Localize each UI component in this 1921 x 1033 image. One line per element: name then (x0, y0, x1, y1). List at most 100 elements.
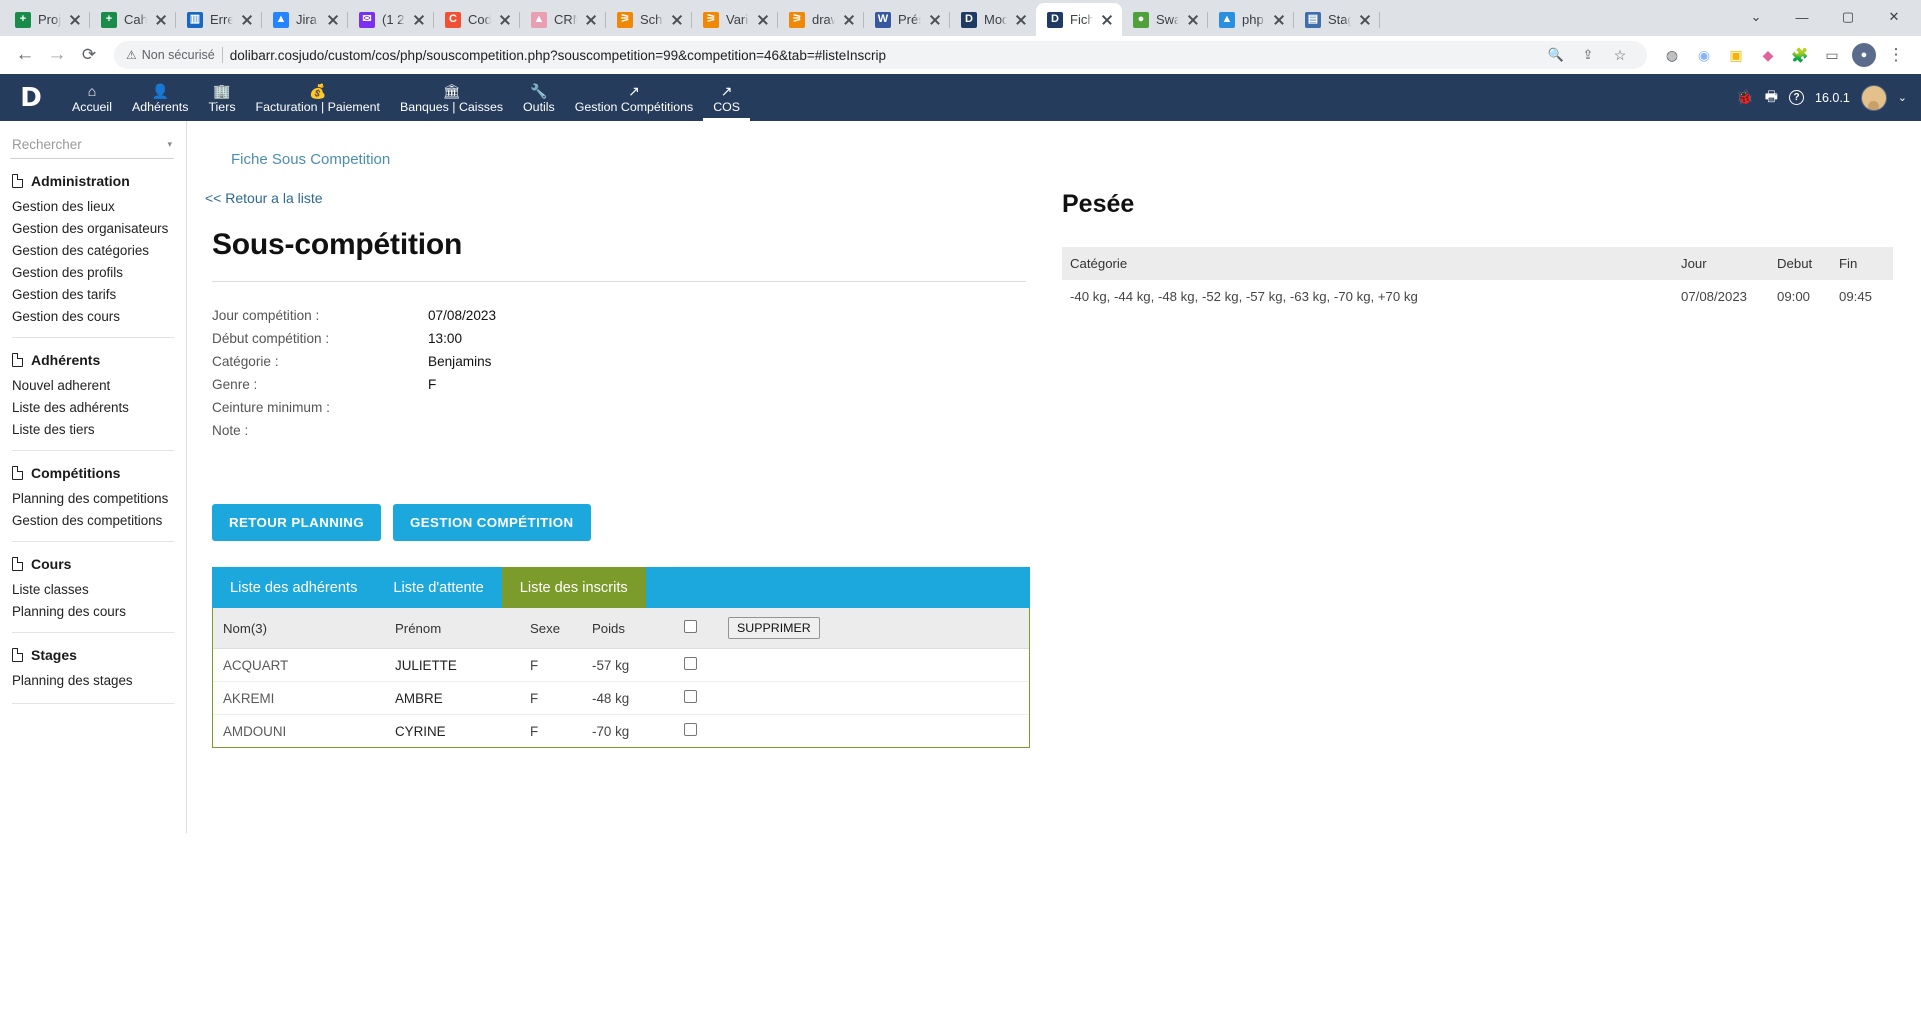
dolibarr-logo[interactable]: D (0, 74, 62, 121)
tab-liste-d-attente[interactable]: Liste d'attente (375, 567, 501, 608)
forward-button[interactable]: → (42, 40, 72, 70)
user-menu-chevron-down-icon[interactable]: ⌄ (1898, 91, 1907, 104)
cell-select[interactable] (674, 648, 718, 682)
close-icon[interactable] (1100, 13, 1114, 27)
close-icon[interactable] (326, 13, 340, 27)
sidebar-item-gestion-des-organisateurs[interactable]: Gestion des organisateurs (0, 217, 186, 239)
back-to-list-link[interactable]: << Retour a la liste (196, 168, 1042, 206)
table-row[interactable]: ACQUART JULIETTE F -57 kg (213, 648, 1029, 682)
header-poids[interactable]: Poids (582, 608, 674, 649)
browser-tab[interactable]: ● Swagge (1122, 3, 1208, 36)
close-icon[interactable] (756, 13, 770, 27)
table-row[interactable]: AKREMI AMBRE F -48 kg (213, 681, 1029, 715)
sidebar-item-liste-classes[interactable]: Liste classes (0, 578, 186, 600)
extension-icon-3[interactable]: ▣ (1721, 40, 1751, 70)
sidebar-item-gestion-des-profils[interactable]: Gestion des profils (0, 261, 186, 283)
browser-tab[interactable]: D Fiche S (1036, 3, 1122, 36)
sidebar-item-planning-des-stages[interactable]: Planning des stages (0, 669, 186, 691)
row-checkbox[interactable] (684, 690, 697, 703)
close-window-button[interactable]: ✕ (1871, 0, 1917, 34)
profile-avatar[interactable]: ● (1849, 40, 1879, 70)
browser-tab[interactable]: ⚞ draw.io (778, 3, 864, 36)
sidebar-item-liste-des-adh-rents[interactable]: Liste des adhérents (0, 396, 186, 418)
sidebar-item-gestion-des-cat-gories[interactable]: Gestion des catégories (0, 239, 186, 261)
row-checkbox[interactable] (684, 723, 697, 736)
header-nom[interactable]: Nom(3) (213, 608, 385, 649)
sidebar-item-planning-des-competitions[interactable]: Planning des competitions (0, 487, 186, 509)
close-icon[interactable] (154, 13, 168, 27)
minimize-button[interactable]: — (1779, 0, 1825, 34)
search-icon[interactable]: 🔍 (1541, 44, 1571, 66)
nav-item-banques-caisses[interactable]: 🏛 Banques | Caisses (390, 74, 513, 121)
browser-tab[interactable]: + Project (4, 3, 90, 36)
extension-icon-4[interactable]: ◆ (1753, 40, 1783, 70)
browser-tab[interactable]: ✉ (1 280 n (348, 3, 434, 36)
nav-item-cos[interactable]: ↗ COS (703, 74, 750, 121)
tab-liste-des-adh-rents[interactable]: Liste des adhérents (212, 567, 375, 608)
cell-select[interactable] (674, 714, 718, 747)
nav-item-adh-rents[interactable]: 👤 Adhérents (122, 74, 198, 121)
tab-liste-des-inscrits[interactable]: Liste des inscrits (501, 567, 646, 608)
browser-tab[interactable]: ▥ Erreur| (176, 3, 262, 36)
close-icon[interactable] (240, 13, 254, 27)
nav-item-facturation-paiement[interactable]: 💰 Facturation | Paiement (246, 74, 390, 121)
user-avatar[interactable] (1860, 84, 1887, 111)
share-icon[interactable]: ⇪ (1573, 44, 1603, 66)
header-prenom[interactable]: Prénom (385, 608, 520, 649)
address-bar[interactable]: ⚠ Non sécurisé dolibarr.cosjudo/custom/c… (114, 41, 1647, 69)
reload-button[interactable]: ⟳ (74, 40, 104, 70)
browser-tab[interactable]: C Coda | (434, 3, 520, 36)
supprimer-button[interactable]: SUPPRIMER (728, 617, 820, 639)
sidebar-item-gestion-des-cours[interactable]: Gestion des cours (0, 305, 186, 327)
extensions-puzzle-icon[interactable]: 🧩 (1785, 40, 1815, 70)
sidebar-item-liste-des-tiers[interactable]: Liste des tiers (0, 418, 186, 440)
close-icon[interactable] (1272, 13, 1286, 27)
gestion-competition-button[interactable]: GESTION COMPÉTITION (393, 504, 591, 541)
retour-planning-button[interactable]: RETOUR PLANNING (212, 504, 382, 541)
browser-tab[interactable]: ⚞ Schéma (606, 3, 692, 36)
browser-tab[interactable]: + Cahier (90, 3, 176, 36)
header-select-all[interactable] (674, 608, 718, 649)
chevron-down-icon[interactable]: ▾ (167, 139, 172, 150)
close-icon[interactable] (842, 13, 856, 27)
extension-icon-1[interactable]: ◍ (1657, 40, 1687, 70)
sidebar-item-gestion-des-lieux[interactable]: Gestion des lieux (0, 195, 186, 217)
browser-tab[interactable]: D Module (950, 3, 1036, 36)
sidepanel-icon[interactable]: ▭ (1817, 40, 1847, 70)
security-status[interactable]: ⚠ Non sécurisé (126, 48, 215, 62)
back-button[interactable]: ← (10, 40, 40, 70)
browser-tab[interactable]: W Présent (864, 3, 950, 36)
browser-tab[interactable]: ▲ php - G (1208, 3, 1294, 36)
row-checkbox[interactable] (684, 657, 697, 670)
bug-icon[interactable]: 🐞 (1736, 89, 1753, 106)
print-icon[interactable]: 🖶 (1765, 86, 1778, 110)
cell-select[interactable] (674, 681, 718, 715)
sidebar-search[interactable]: Rechercher ▾ (0, 133, 186, 159)
browser-tab[interactable]: ▲ CRM C (520, 3, 606, 36)
select-all-checkbox[interactable] (684, 620, 697, 633)
close-icon[interactable] (412, 13, 426, 27)
nav-item-gestion-comp-titions[interactable]: ↗ Gestion Compétitions (565, 74, 703, 121)
close-icon[interactable] (68, 13, 82, 27)
browser-tab[interactable]: ▤ Stages (1294, 3, 1380, 36)
bookmark-star-icon[interactable]: ☆ (1605, 44, 1635, 66)
close-icon[interactable] (1014, 13, 1028, 27)
nav-item-outils[interactable]: 🔧 Outils (513, 74, 565, 121)
nav-item-tiers[interactable]: 🏢 Tiers (198, 74, 245, 121)
tab-search-button[interactable]: ⌄ (1733, 0, 1779, 34)
help-icon[interactable]: ? (1789, 90, 1805, 105)
browser-tab[interactable]: ▲ Jira | Lo (262, 3, 348, 36)
sidebar-item-gestion-des-tarifs[interactable]: Gestion des tarifs (0, 283, 186, 305)
maximize-button[interactable]: ▢ (1825, 0, 1871, 34)
browser-menu-icon[interactable]: ⋮ (1881, 40, 1911, 70)
sidebar-item-gestion-des-competitions[interactable]: Gestion des competitions (0, 509, 186, 531)
close-icon[interactable] (1358, 13, 1372, 27)
close-icon[interactable] (1186, 13, 1200, 27)
close-icon[interactable] (498, 13, 512, 27)
close-icon[interactable] (928, 13, 942, 27)
sidebar-item-nouvel-adherent[interactable]: Nouvel adherent (0, 374, 186, 396)
breadcrumb[interactable]: Fiche Sous Competition (187, 121, 1921, 168)
nav-item-accueil[interactable]: ⌂ Accueil (62, 74, 122, 121)
extension-icon-2[interactable]: ◉ (1689, 40, 1719, 70)
header-sexe[interactable]: Sexe (520, 608, 582, 649)
